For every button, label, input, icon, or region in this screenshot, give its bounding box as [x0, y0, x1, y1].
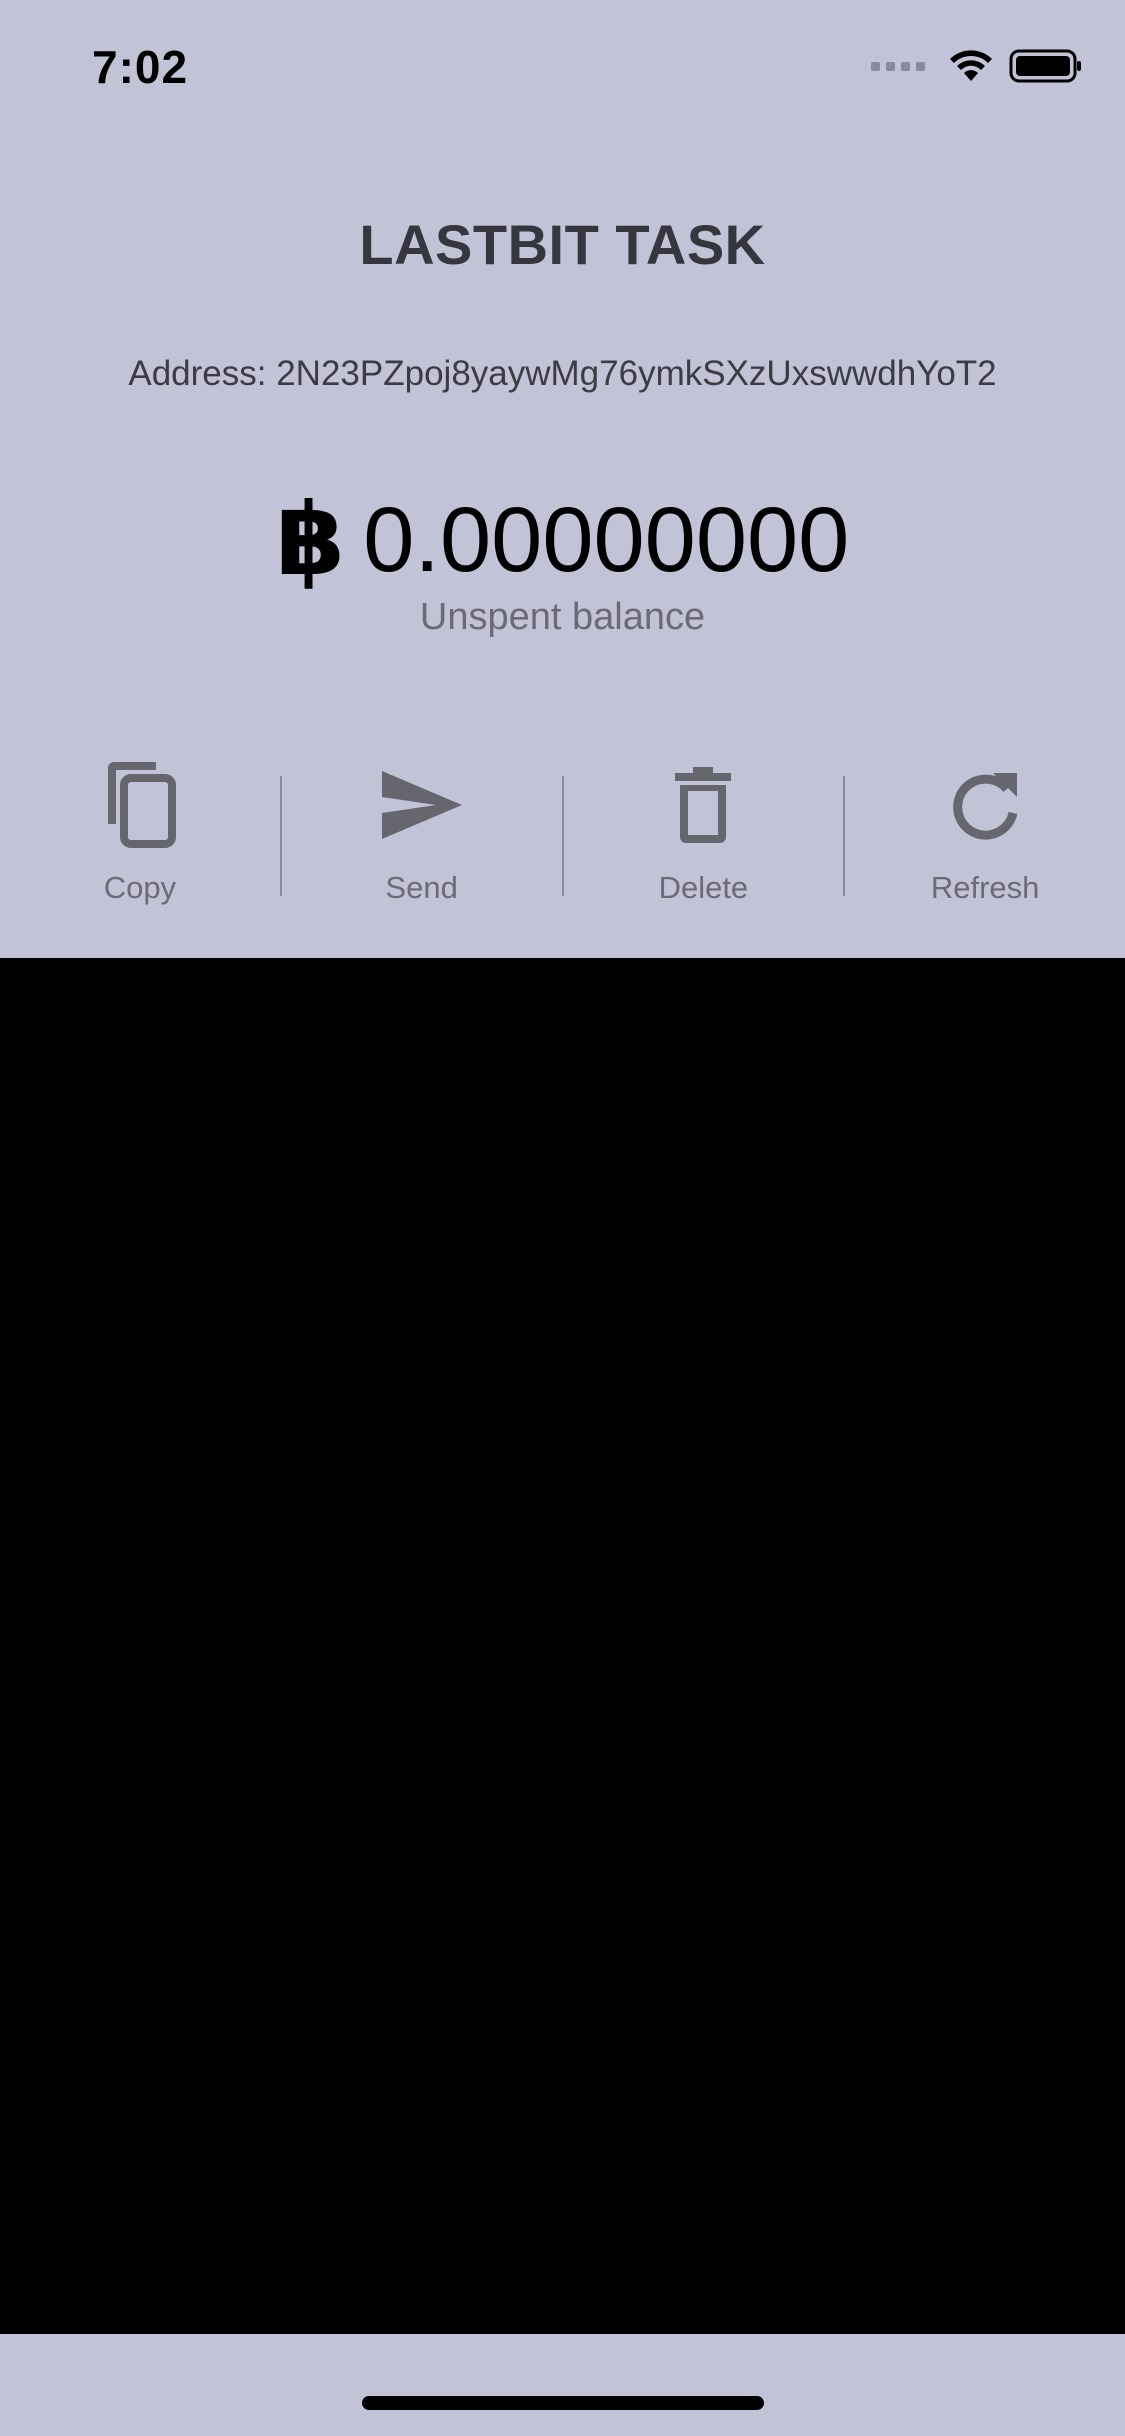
page-title: LASTBIT TASK [359, 213, 766, 276]
refresh-label: Refresh [930, 870, 1040, 905]
wallet-address[interactable]: Address: 2N23PZpoj8yaywMg76ymkSXzUxswwdh… [0, 354, 1125, 394]
status-time: 7:02 [92, 41, 189, 93]
copy-label: Copy [103, 870, 177, 905]
status-bar: 7:02 [0, 0, 1125, 132]
address-value: 2N23PZpoj8yaywMg76ymkSXzUxswwdhYoT2 [276, 354, 997, 393]
refresh-icon [940, 760, 1030, 850]
action-bar: Copy Send Delete Refresh [0, 760, 1125, 910]
wifi-icon [950, 50, 992, 81]
send-button[interactable]: Send [282, 760, 562, 910]
refresh-button[interactable]: Refresh [845, 760, 1125, 910]
send-label: Send [385, 870, 458, 905]
balance-caption: Unspent balance [419, 596, 706, 638]
delete-button[interactable]: Delete [564, 760, 844, 910]
bitcoin-icon: ฿ [275, 484, 346, 596]
battery-icon [1009, 49, 1081, 83]
copy-button[interactable]: Copy [0, 760, 280, 910]
delete-label: Delete [658, 870, 749, 905]
balance-value: 0.00000000 [363, 489, 850, 591]
home-indicator[interactable] [362, 2396, 764, 2410]
balance-display: ฿ 0.00000000 [0, 490, 1125, 590]
trash-icon [658, 760, 748, 850]
send-icon [377, 760, 467, 850]
address-label: Address: [128, 354, 267, 393]
status-icons [871, 48, 1083, 84]
signal-icon [871, 61, 925, 71]
copy-icon [95, 760, 185, 850]
transactions-area [0, 958, 1125, 2334]
